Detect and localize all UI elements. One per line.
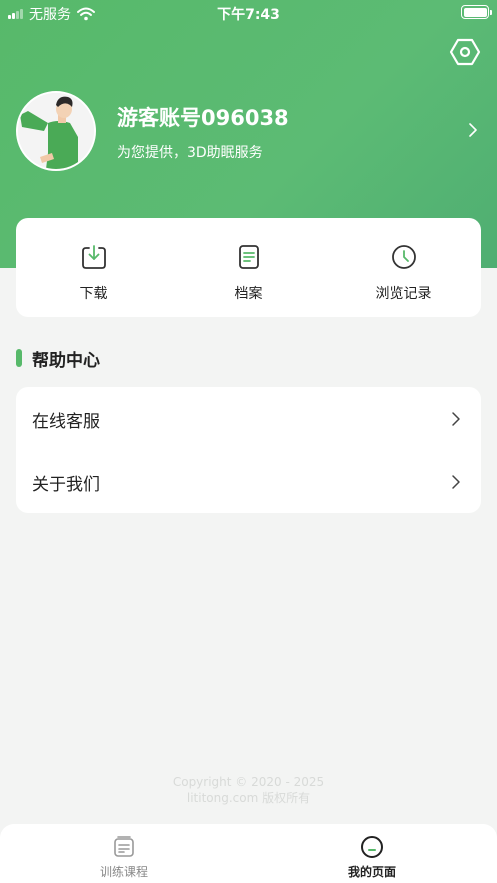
copyright-line-2: lititong.com 版权所有 xyxy=(186,791,311,805)
quick-action-label: 下载 xyxy=(79,286,108,302)
document-icon xyxy=(238,245,259,269)
help-item-about-us[interactable]: 关于我们 xyxy=(16,450,481,513)
chevron-right-icon xyxy=(452,412,460,426)
tab-label: 训练课程 xyxy=(99,865,148,879)
quick-action-label: 档案 xyxy=(234,286,263,302)
chevron-right-icon[interactable] xyxy=(466,121,480,139)
profile-tagline: 为您提供，3D助眠服务 xyxy=(117,145,263,161)
help-item-online-service[interactable]: 在线客服 xyxy=(16,387,481,450)
battery-icon xyxy=(461,5,492,19)
chevron-right-icon xyxy=(452,475,460,489)
tab-courses[interactable]: 训练课程 xyxy=(0,824,248,883)
status-bar: 无服务 下午7:43 xyxy=(0,0,497,26)
help-center-heading: 帮助中心 xyxy=(16,347,100,371)
quick-action-history[interactable]: 浏览记录 xyxy=(326,218,481,317)
section-title: 帮助中心 xyxy=(32,350,100,371)
help-item-label: 关于我们 xyxy=(32,475,100,495)
quick-action-download[interactable]: 下载 xyxy=(16,218,171,317)
help-item-label: 在线客服 xyxy=(32,412,100,432)
copyright-line-1: Copyright © 2020 - 2025 xyxy=(172,775,325,789)
tab-label: 我的页面 xyxy=(347,865,396,879)
download-icon xyxy=(81,245,106,269)
quick-action-label: 浏览记录 xyxy=(375,286,432,302)
avatar[interactable] xyxy=(16,91,96,171)
profile-face-icon xyxy=(361,836,383,858)
quick-action-archive[interactable]: 档案 xyxy=(171,218,326,317)
help-center-card: 在线客服 关于我们 xyxy=(16,387,481,513)
status-time: 下午7:43 xyxy=(217,7,280,23)
clock-icon xyxy=(391,245,416,269)
username: 游客账号096038 xyxy=(117,106,289,130)
course-icon xyxy=(114,836,134,857)
settings-hexagon-icon[interactable] xyxy=(449,36,481,68)
section-accent-bar xyxy=(16,349,22,367)
tab-my-page[interactable]: 我的页面 xyxy=(248,824,496,883)
avatar-illustration xyxy=(18,93,94,169)
bottom-tab-bar: 训练课程 我的页面 xyxy=(0,824,497,883)
quick-actions-card: 下载 档案 浏览记录 xyxy=(16,218,481,317)
